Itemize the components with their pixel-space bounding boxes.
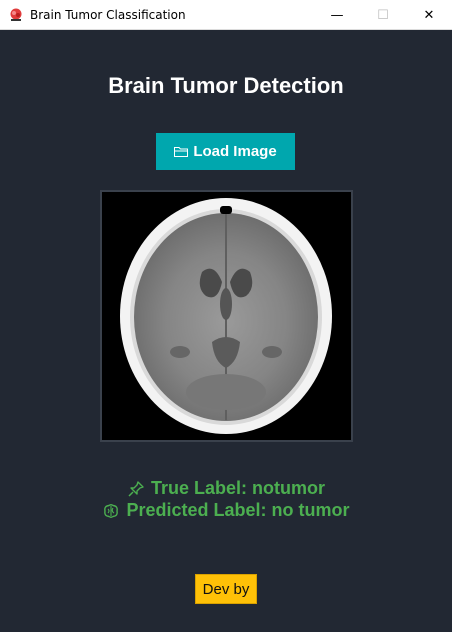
- folder-icon: [174, 147, 189, 157]
- maximize-button[interactable]: ☐: [360, 0, 406, 30]
- maximize-icon: ☐: [377, 7, 389, 23]
- load-image-label: Load Image: [193, 143, 277, 160]
- true-label-text: True Label: notumor: [150, 478, 325, 498]
- brain-icon: [104, 503, 119, 518]
- close-button[interactable]: ✕: [406, 0, 452, 30]
- pushpin-icon: [128, 480, 144, 497]
- close-icon: ✕: [423, 7, 435, 23]
- true-label-line: True Label: notumor: [0, 478, 452, 499]
- page-title: Brain Tumor Detection: [108, 73, 344, 98]
- minimize-button[interactable]: —: [314, 0, 360, 30]
- brain-ct-scan-image: [102, 192, 351, 440]
- predicted-label-text: Predicted Label: no tumor: [126, 500, 350, 520]
- dev-by-button[interactable]: Dev by: [195, 574, 257, 604]
- title-bar: Brain Tumor Classification — ☐ ✕: [0, 0, 452, 30]
- predicted-label-line: Predicted Label: no tumor: [0, 500, 452, 521]
- window-title: Brain Tumor Classification: [30, 8, 186, 22]
- brain-app-icon: [10, 8, 22, 21]
- scan-image-panel: [100, 190, 353, 442]
- minimize-icon: —: [330, 7, 344, 23]
- load-image-button[interactable]: Load Image: [156, 133, 295, 170]
